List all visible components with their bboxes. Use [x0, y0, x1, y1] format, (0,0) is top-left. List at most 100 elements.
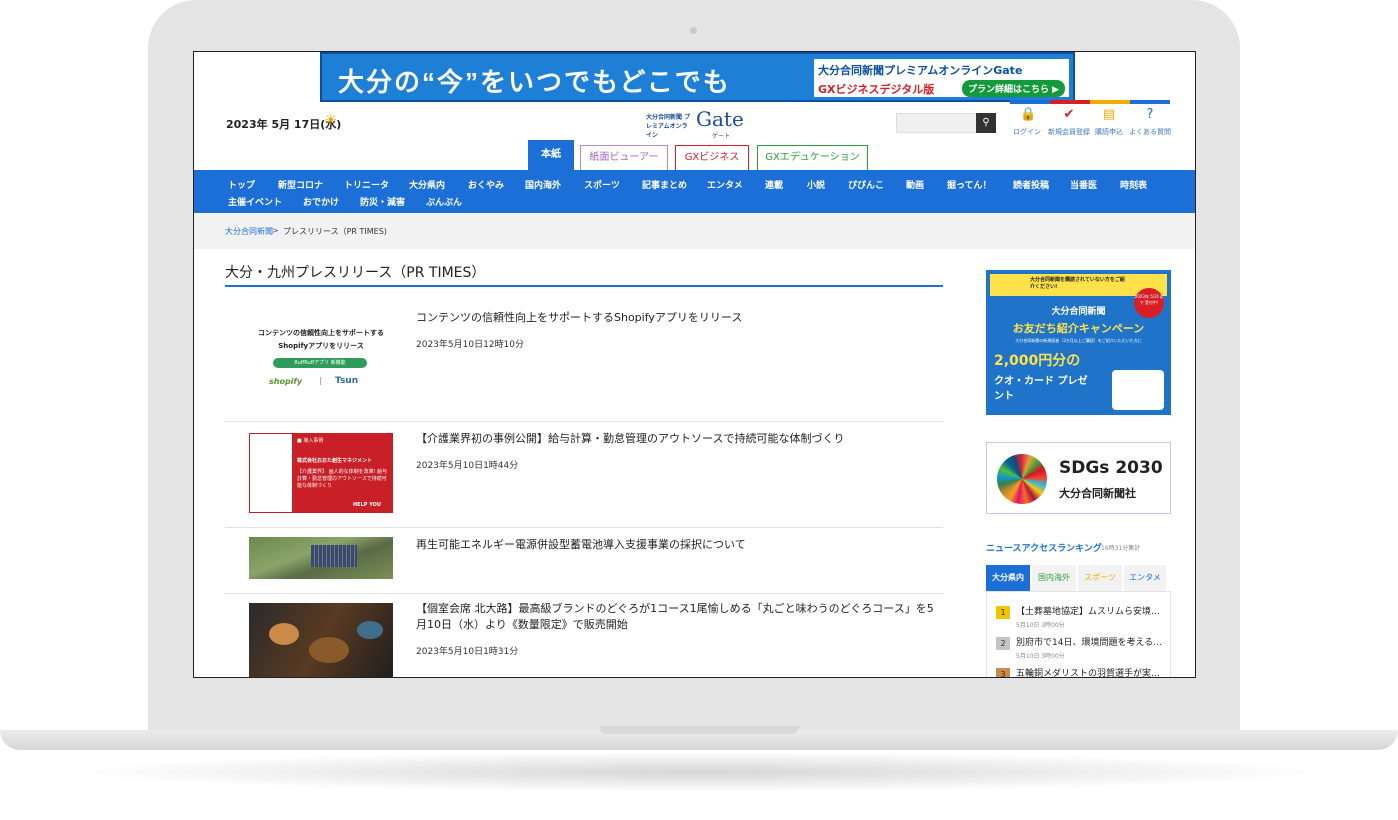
tsun-logo: Tsun [335, 376, 359, 386]
nav-item-trinita[interactable]: トリニータ [344, 178, 389, 191]
article-divider [225, 527, 943, 528]
nav-item-covid[interactable]: 新型コロナ [278, 178, 323, 191]
helpyou-logo: HELP YOU [353, 502, 381, 508]
solar-panels-image [311, 545, 357, 567]
sdgs-title: SDGs 2030 [1059, 458, 1163, 478]
nav-item-world[interactable]: 国内海外 [525, 178, 561, 191]
character-illustration [1112, 370, 1164, 410]
site-logo[interactable]: 大分合同新聞 プレミアムオンライン Gate ゲート [646, 107, 756, 140]
breadcrumb-home[interactable]: 大分合同新聞 [225, 226, 273, 237]
nav-item-punpun[interactable]: ぷんぷん [426, 195, 462, 208]
rank-badge: 1 [996, 606, 1010, 619]
article-title[interactable]: 【介護業界初の事例公開】給与計算・勤怠管理のアウトソースで持続可能な体制づくり [416, 431, 944, 447]
browser-screen: 大分の“今”をいつでもどこでも 大分合同新聞プレミアムオンラインGate GXビ… [193, 51, 1196, 678]
article-thumbnail[interactable]: コンテンツの信頼性向上をサポートする Shopifyアプリをリリース RuffR… [249, 310, 393, 410]
article-thumbnail[interactable] [249, 603, 393, 677]
subscribe-link[interactable]: ▤ 購読申込 [1086, 108, 1132, 137]
login-label: ログイン [1013, 128, 1041, 136]
nav-item-top[interactable]: トップ [228, 178, 255, 191]
plan-details-button[interactable]: プラン詳細はこちら ▶ [961, 80, 1065, 97]
nav-item-doctor[interactable]: 当番医 [1070, 178, 1097, 191]
document-icon: ▤ [1102, 107, 1116, 122]
ranking-tab-entertainment[interactable]: エンタメ [1124, 565, 1166, 591]
sdgs-wheel-icon [997, 454, 1047, 504]
nav-item-reader[interactable]: 読者投稿 [1013, 178, 1049, 191]
check-circle-icon: ✔ [1063, 107, 1075, 122]
sdgs-banner[interactable]: SDGs 2030 大分合同新聞社 [986, 442, 1171, 514]
brand-colorbar [1010, 100, 1170, 104]
logo-divider: | [319, 376, 322, 385]
article-thumbnail[interactable]: ■ 導入事例 株式会社おおた創生マネジメント 【介護業界】 画人的な体制を改革!… [249, 433, 393, 513]
ranking-item[interactable]: 別府市で14日、環境問題を考える… [1016, 635, 1162, 648]
faq-label: よくある質問 [1129, 128, 1171, 136]
tab-paper-viewer[interactable]: 紙面ビューアー [580, 145, 668, 170]
nav-item-serial[interactable]: 連載 [765, 178, 783, 191]
article-title[interactable]: 【個室会席 北大路】最高級ブランドのどぐろが1コース1尾愉しめる「丸ごと味わうの… [416, 601, 944, 633]
nav-item-events[interactable]: 主催イベント [228, 195, 282, 208]
thumb-line1: コンテンツの信頼性向上をサポートする [258, 329, 384, 337]
article-title[interactable]: コンテンツの信頼性向上をサポートするShopifyアプリをリリース [416, 310, 944, 326]
nav-item-timetable[interactable]: 時刻表 [1120, 178, 1147, 191]
thumb-tag: ■ 導入事例 [297, 438, 324, 444]
rank-badge: 3 [996, 668, 1010, 677]
breadcrumb-separator: > [272, 226, 279, 235]
lock-icon: 🔒 [1020, 107, 1037, 122]
nav-item-disaster[interactable]: 防災・減害 [360, 195, 405, 208]
article-date: 2023年5月10日1時44分 [416, 461, 519, 471]
tab-gx-education[interactable]: GXエデュケーション [757, 145, 868, 170]
banner-headline: 大分の“今”をいつでもどこでも [338, 67, 731, 97]
ranking-note: 16時31分集計 [1101, 545, 1141, 552]
article-date: 2023年5月10日1時31分 [416, 647, 519, 657]
nav-item-oita[interactable]: 大分県内 [409, 178, 445, 191]
ranking-item[interactable]: 【土葬墓地協定】ムスリムら安境… [1016, 604, 1160, 617]
logo-reading: ゲート [712, 133, 731, 140]
article-thumbnail[interactable] [249, 537, 393, 579]
friend-campaign-ad[interactable]: 大分合同新聞を購読されていない方をご紹介ください! 2023年 5/31まで 受… [986, 270, 1171, 415]
shopify-logo: shopify [269, 377, 303, 386]
tab-gx-business[interactable]: GXビジネス [675, 145, 749, 170]
article-divider [225, 593, 943, 594]
sun-icon: ☀ [324, 111, 338, 129]
thumb-left-panel [249, 433, 293, 513]
tab-main-paper[interactable]: 本紙 [528, 140, 574, 171]
search-icon[interactable]: ⚲ [976, 113, 996, 133]
faq-link[interactable]: ? よくある質問 [1127, 108, 1173, 137]
nav-item-sports[interactable]: スポーツ [584, 178, 620, 191]
ranking-item-meta: 5月10日 3時00分 [1016, 653, 1065, 660]
article-title[interactable]: 再生可能エネルギー電源併設型蓄電池導入支援事業の採択について [416, 537, 944, 553]
ranking-item-meta: 5月10日 3時00分 [1016, 622, 1065, 629]
banner-line1: 大分合同新聞プレミアムオンラインGate [818, 64, 1023, 77]
dish-image [357, 621, 383, 639]
ranking-tab-oita[interactable]: 大分県内 [986, 565, 1030, 591]
premium-banner[interactable]: 大分の“今”をいつでもどこでも 大分合同新聞プレミアムオンラインGate GXビ… [320, 52, 1075, 102]
nav-item-entertainment[interactable]: エンタメ [707, 178, 743, 191]
breadcrumb-current: プレスリリース（PR TIMES) [283, 227, 387, 236]
login-link[interactable]: 🔒 ログイン [1004, 108, 1050, 137]
camera-icon [690, 27, 697, 34]
article-date: 2023年5月10日12時10分 [416, 340, 524, 350]
ad-title2: お友だち紹介キャンペーン [1012, 322, 1145, 335]
ad-title1: 大分合同新聞 [1051, 307, 1106, 317]
laptop-notch [599, 726, 799, 734]
main-nav: トップ 新型コロナ トリニータ 大分県内 おくやみ 国内海外 スポーツ 記事まと… [194, 170, 1195, 213]
nav-item-hottten[interactable]: 掘ってん！ [947, 178, 992, 191]
ad-top-text: 大分合同新聞を購読されていない方をご紹介ください! [1030, 277, 1125, 290]
banner-line2: GXビジネスデジタル版 [818, 83, 935, 96]
nav-item-novel[interactable]: 小説 [807, 178, 825, 191]
laptop-shadow [60, 752, 1338, 792]
nav-item-pipinko[interactable]: ぴぴんこ [848, 178, 884, 191]
ad-desc: 大分合同新聞の新規読者（3カ月以上ご購読）をご紹介いただいた方に [1015, 338, 1142, 343]
rank-badge: 2 [996, 637, 1010, 650]
ranking-item[interactable]: 五輪銅メダリストの羽賀選手が実… [1016, 666, 1160, 677]
logo-gate: Gate [696, 107, 744, 131]
nav-item-obituary[interactable]: おくやみ [468, 178, 504, 191]
ranking-tab-world[interactable]: 国内海外 [1032, 565, 1076, 591]
thumb-company: 株式会社おおた創生マネジメント [297, 458, 373, 464]
nav-item-summary[interactable]: 記事まとめ [642, 178, 687, 191]
nav-item-video[interactable]: 動画 [906, 178, 924, 191]
thumb-text: 【介護業界】 画人的な体制を改革! 給与計算・勤怠管理のアウトソースで持続可能な… [297, 469, 388, 489]
ranking-tab-sports[interactable]: スポーツ [1078, 565, 1122, 591]
breadcrumb: 大分合同新聞 > プレスリリース（PR TIMES) [194, 213, 1195, 249]
nav-item-outing[interactable]: おでかけ [303, 195, 339, 208]
sdgs-sub: 大分合同新聞社 [1059, 487, 1136, 500]
